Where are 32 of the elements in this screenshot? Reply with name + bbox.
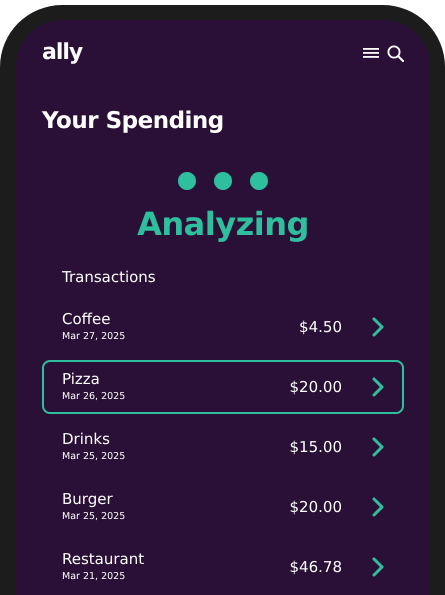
loading-dots-icon — [178, 172, 268, 190]
transaction-date: Mar 27, 2025 — [62, 331, 126, 344]
chevron-right-icon — [372, 377, 384, 398]
page-title: Your Spending — [42, 108, 225, 136]
transaction-row[interactable]: Burger Mar 25, 2025 $20.00 — [42, 480, 404, 534]
transaction-name: Burger — [62, 490, 114, 508]
logo: ally — [42, 42, 82, 64]
transaction-name: Drinks — [62, 430, 111, 448]
menu-icon[interactable] — [363, 47, 379, 59]
transaction-amount: $4.50 — [299, 316, 342, 338]
transaction-amount: $20.00 — [290, 496, 342, 518]
transaction-date: Mar 25, 2025 — [62, 511, 126, 524]
search-icon[interactable] — [387, 44, 404, 62]
chevron-right-icon — [372, 557, 384, 578]
transaction-amount: $15.00 — [290, 436, 342, 458]
transaction-amount: $20.00 — [290, 376, 342, 398]
transaction-row[interactable]: Pizza Mar 26, 2025 $20.00 — [42, 360, 404, 414]
transaction-name: Pizza — [62, 370, 101, 388]
status-heading: Analyzing — [136, 204, 310, 245]
transaction-date: Mar 21, 2025 — [62, 571, 126, 584]
chevron-right-icon — [372, 317, 384, 338]
chevron-right-icon — [372, 437, 384, 458]
section-title: Transactions — [62, 266, 157, 288]
transaction-row[interactable]: Drinks Mar 25, 2025 $15.00 — [42, 420, 404, 474]
transaction-row[interactable]: Coffee Mar 27, 2025 $4.50 — [42, 300, 404, 354]
transaction-date: Mar 25, 2025 — [62, 451, 126, 464]
transaction-date: Mar 26, 2025 — [62, 391, 126, 404]
transaction-row[interactable]: Restaurant Mar 21, 2025 $46.78 — [42, 540, 404, 594]
transaction-amount: $46.78 — [290, 556, 342, 578]
transaction-name: Restaurant — [62, 550, 146, 568]
chevron-right-icon — [372, 497, 384, 518]
transaction-name: Coffee — [62, 310, 112, 328]
